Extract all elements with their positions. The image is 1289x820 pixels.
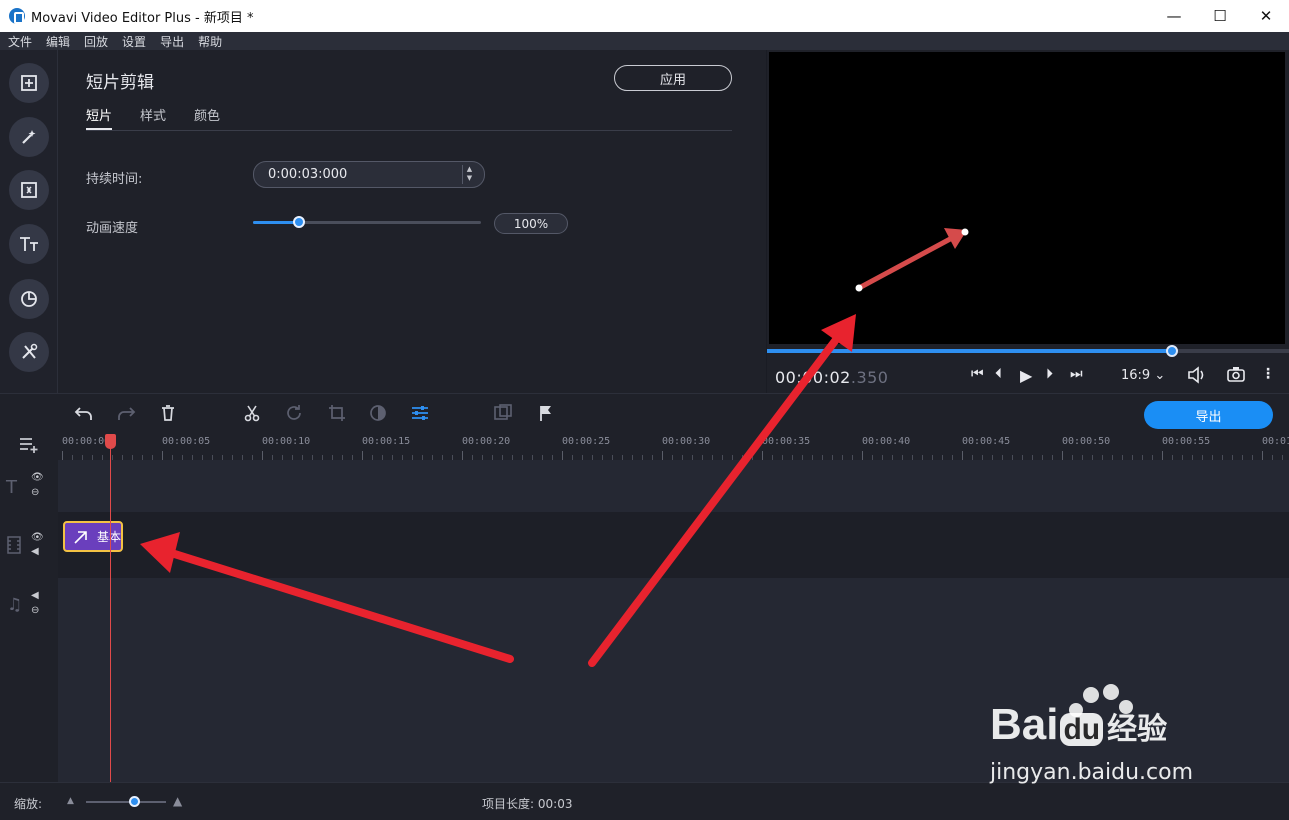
annotation-arrows — [140, 314, 856, 667]
